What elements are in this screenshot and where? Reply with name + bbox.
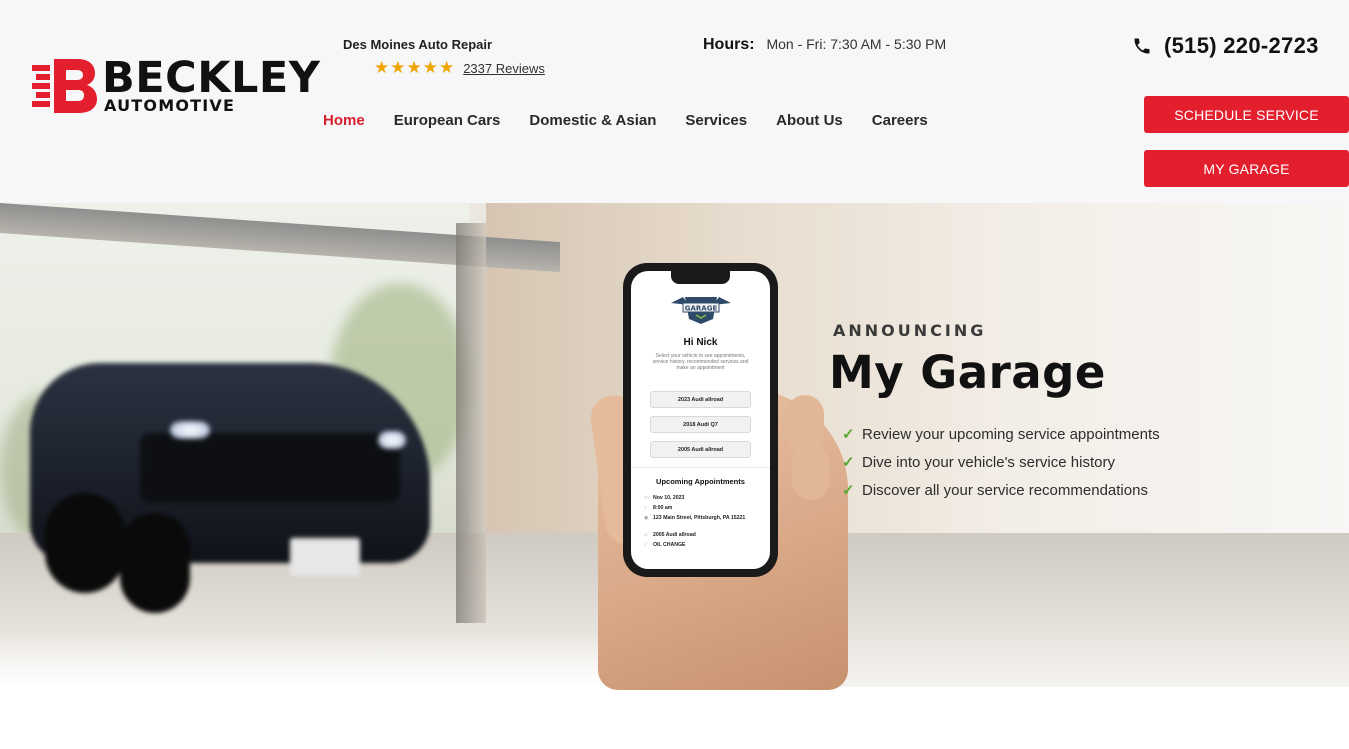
brand-name: BECKLEY: [102, 53, 321, 103]
schedule-service-button[interactable]: SCHEDULE SERVICE: [1144, 96, 1349, 133]
hero-feature-item: ✓ Review your upcoming service appointme…: [842, 420, 1160, 448]
hero-feature-text: Dive into your vehicle's service history: [862, 453, 1115, 471]
phone-mockup: GARAGE Hi Nick Select your vehicle to se…: [623, 263, 778, 577]
site-header: BECKLEY AUTOMOTIVE Des Moines Auto Repai…: [0, 0, 1349, 203]
brand-subname: AUTOMOTIVE: [104, 96, 236, 115]
phone-appointment-date: Nov 10, 2023: [653, 495, 685, 501]
check-icon: ✓: [842, 482, 855, 499]
clock-icon: ○: [644, 505, 648, 511]
nav-item-services[interactable]: Services: [685, 112, 747, 129]
phone-greeting: Hi Nick: [683, 337, 718, 348]
nav-item-domestic-asian[interactable]: Domestic & Asian: [529, 112, 656, 129]
hero-eyebrow: ANNOUNCING: [833, 321, 987, 340]
phone-screen: GARAGE Hi Nick Select your vehicle to se…: [631, 271, 770, 569]
logo-b-icon: [32, 59, 97, 113]
hero-door-post: [456, 223, 486, 623]
main-nav: Home European Cars Domestic & Asian Serv…: [323, 112, 928, 129]
hero-feature-text: Review your upcoming service appointment…: [862, 425, 1160, 443]
phone-divider: [631, 467, 770, 468]
phone-upcoming-title: Upcoming Appointments: [656, 477, 745, 486]
phone-notch: [671, 271, 730, 284]
car-icon: ▱: [644, 532, 648, 538]
hero-feature-list: ✓ Review your upcoming service appointme…: [842, 420, 1160, 504]
my-garage-button[interactable]: MY GARAGE: [1144, 150, 1349, 187]
garage-logo-text: GARAGE: [685, 305, 718, 313]
phone-icon: [1134, 38, 1150, 54]
nav-item-about-us[interactable]: About Us: [776, 112, 843, 129]
brand-logo[interactable]: BECKLEY AUTOMOTIVE: [32, 55, 322, 117]
calendar-icon: ▭: [644, 495, 649, 501]
phone-appointment-address: 123 Main Street, Pittsburgh, PA 15221: [653, 515, 746, 521]
phone-number[interactable]: (515) 220-2723: [1164, 33, 1319, 59]
hero-feature-text: Discover all your service recommendation…: [862, 481, 1148, 499]
phone-vehicle-button[interactable]: 2018 Audi Q7: [650, 416, 751, 433]
hero-feature-item: ✓ Dive into your vehicle's service histo…: [842, 448, 1160, 476]
rating: ★★★★★ 2337 Reviews: [374, 58, 545, 77]
phone-appointment-time: 8:00 am: [653, 505, 673, 511]
phone-description: Select your vehicle to see appointments,…: [652, 353, 749, 371]
reviews-link[interactable]: 2337 Reviews: [463, 61, 545, 76]
hours-label: Hours:: [703, 36, 755, 53]
hero-fade: [0, 633, 700, 687]
nav-item-home[interactable]: Home: [323, 112, 365, 129]
phone-appointment-service: OIL CHANGE: [653, 542, 686, 548]
hours-value: Mon - Fri: 7:30 AM - 5:30 PM: [766, 36, 947, 52]
check-icon: ✓: [842, 426, 855, 443]
wrench-icon: ⟋: [644, 542, 648, 548]
nav-item-european-cars[interactable]: European Cars: [394, 112, 501, 129]
garage-logo-icon: GARAGE: [671, 297, 731, 324]
location-icon: ◉: [644, 515, 649, 521]
check-icon: ✓: [842, 454, 855, 471]
business-hours: Hours: Mon - Fri: 7:30 AM - 5:30 PM: [703, 36, 946, 54]
phone-appointment-vehicle: 2005 Audi allroad: [653, 532, 696, 538]
hand-finger: [792, 445, 830, 500]
phone-vehicle-button[interactable]: 2005 Audi allroad: [650, 441, 751, 458]
phone-contact[interactable]: (515) 220-2723: [1132, 33, 1319, 59]
hero-car-image: [0, 323, 450, 623]
hero-feature-item: ✓ Discover all your service recommendati…: [842, 476, 1160, 504]
tagline: Des Moines Auto Repair: [343, 37, 493, 52]
nav-item-careers[interactable]: Careers: [872, 112, 928, 129]
hero-title: My Garage: [829, 346, 1106, 399]
phone-vehicle-button[interactable]: 2023 Audi allroad: [650, 391, 751, 408]
star-rating-icon: ★★★★★: [374, 58, 456, 77]
